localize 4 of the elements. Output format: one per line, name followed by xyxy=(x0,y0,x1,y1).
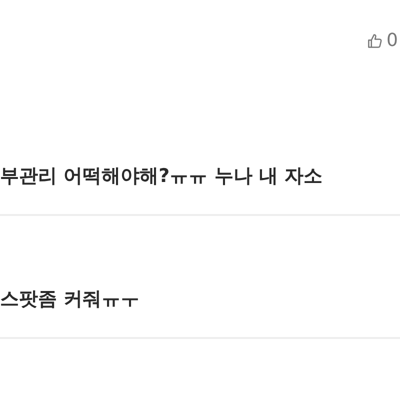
reply-text: 스팟좀 커줘ㅠㅜ xyxy=(0,286,400,339)
reply-text: 부관리 어떡해야해?ㅠㅠ 누나 내 자소 xyxy=(0,163,400,216)
like-button[interactable]: 0 xyxy=(366,30,398,51)
thumbs-up-icon xyxy=(366,32,384,50)
